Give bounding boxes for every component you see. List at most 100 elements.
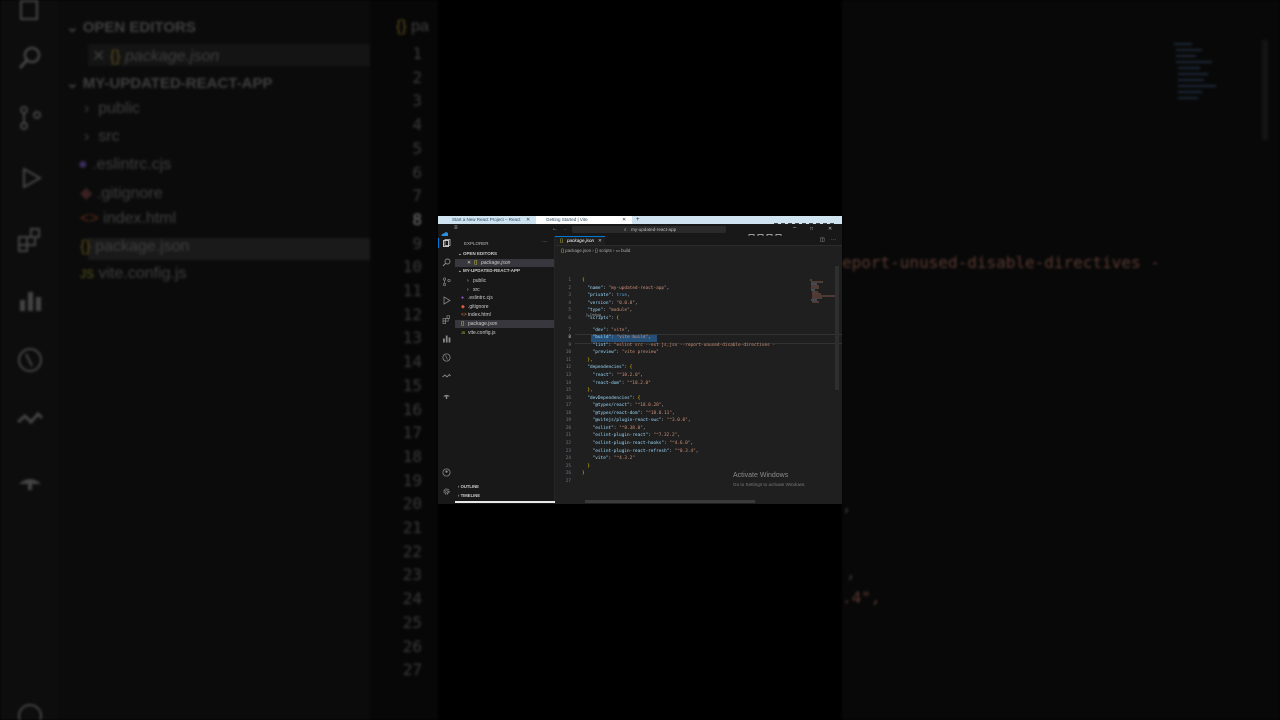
bg-line-number: 3: [412, 91, 422, 111]
search-icon[interactable]: [441, 257, 452, 268]
activity-bar: [438, 236, 455, 504]
json-icon: {}: [474, 260, 478, 266]
layout-controls[interactable]: [748, 227, 788, 240]
run-debug-icon: [14, 162, 46, 194]
bg-line-number: 22: [402, 541, 422, 561]
command-center-search[interactable]: ⌕ my-updated-react-app: [572, 226, 726, 233]
bg-line-number: 4: [412, 115, 422, 135]
browser-tab-active[interactable]: Getting Started | Vite: [536, 216, 632, 224]
chart-icon[interactable]: [441, 333, 452, 344]
bg-line-number: 24: [402, 589, 422, 609]
line-number: 22: [565, 440, 571, 446]
bg-line-number: 7: [412, 186, 422, 206]
source-control-icon: [14, 102, 46, 134]
line-number: 6: [568, 315, 571, 321]
bg-section-project: ⌄ MY-UPDATED-REACT-APP: [66, 75, 273, 92]
git-graph-icon[interactable]: [441, 352, 452, 363]
editor-tab-label: package.json: [567, 238, 595, 243]
tree-item-label: src: [473, 286, 480, 293]
progress-bar: [455, 501, 570, 503]
bg-editor-tab: {} pa: [396, 18, 429, 35]
code-line: 15 },: [555, 387, 835, 395]
bg-section-open-editors: ⌄ OPEN EDITORS: [66, 19, 196, 36]
line-number: 21: [565, 433, 571, 439]
browser-tab[interactable]: Start a New React Project – React: [442, 216, 534, 224]
horizontal-scrollbar[interactable]: [585, 500, 755, 503]
screen-capture-window: Start a New React Project – React ✕ Gett…: [438, 216, 842, 504]
vertical-scrollbar[interactable]: [835, 266, 839, 390]
bg-line-number: 5: [412, 138, 422, 158]
line-text: },: [587, 388, 593, 394]
close-icon[interactable]: ✕: [467, 260, 471, 266]
code-line: 5 "type": "module",: [555, 307, 835, 315]
bg-line-number: 6: [412, 162, 422, 182]
code-line: 1{: [555, 277, 835, 285]
code-line: 12 "dependencies": {: [555, 364, 835, 372]
json-icon: {}: [560, 238, 564, 243]
split-editor-icon[interactable]: ◫: [820, 237, 825, 243]
close-icon[interactable]: ✕: [526, 216, 530, 224]
tree-item-public[interactable]: › public: [455, 277, 554, 285]
account-icon: [14, 700, 46, 720]
close-icon[interactable]: ✕: [598, 238, 602, 244]
lamp-icon[interactable]: [441, 390, 452, 401]
tree-item-package-json[interactable]: {} package.json: [455, 320, 554, 328]
outline-section[interactable]: › OUTLINE: [458, 484, 479, 489]
open-editor-row[interactable]: ✕ {} package.json: [455, 259, 554, 267]
breadcrumb[interactable]: {} package.json › {} scripts › ▭ build: [561, 248, 630, 254]
timeline-section[interactable]: › TIMELINE: [458, 493, 480, 498]
code-line: 25 }: [555, 463, 835, 471]
close-icon[interactable]: ✕: [828, 226, 832, 232]
open-editors-section[interactable]: ⌄ OPEN EDITORS: [458, 251, 497, 257]
line-number: 12: [565, 365, 571, 371]
bg-tree-eslintrc: ● .eslintrc.cjs: [78, 156, 172, 173]
line-number: 4: [568, 300, 571, 306]
close-icon[interactable]: ✕: [622, 216, 626, 224]
back-icon[interactable]: ←: [552, 226, 558, 232]
extensions-icon[interactable]: [441, 314, 452, 325]
run-debug-icon[interactable]: [441, 295, 452, 306]
search-icon: ⌕: [624, 227, 627, 232]
code-line: 18 "@types/react-dom": "^18.0.11",: [555, 410, 835, 418]
line-text: "eslint-plugin-react-hooks": "^4.6.0",: [592, 440, 694, 446]
line-number: 17: [565, 403, 571, 409]
remote-icon[interactable]: [441, 371, 452, 382]
code-line: 23 "eslint-plugin-react-refresh": "^0.3.…: [555, 448, 835, 456]
search-text: my-updated-react-app: [631, 227, 677, 232]
tree-item-index-html[interactable]: <> index.html: [455, 311, 554, 319]
project-section[interactable]: ⌄ MY-UPDATED-REACT-APP: [458, 268, 520, 274]
account-icon[interactable]: [441, 467, 452, 478]
code-line: 6 "scripts": {: [555, 315, 835, 323]
bg-line-number: 8: [412, 209, 422, 229]
menu-icon[interactable]: ≡: [454, 225, 458, 231]
bg-code-fragment: ,: [842, 496, 852, 515]
line-text: "version": "0.0.0",: [587, 300, 638, 306]
settings-gear-icon[interactable]: [441, 486, 452, 497]
tree-item-gitignore[interactable]: ◆ .gitignore: [455, 303, 554, 311]
code-line: 26}: [555, 470, 835, 478]
line-number: 11: [565, 357, 571, 363]
editor-tab-active[interactable]: {} package.json ✕: [555, 236, 605, 245]
tree-item-src[interactable]: › src: [455, 286, 554, 294]
minimize-icon[interactable]: –: [793, 225, 796, 231]
code-line: 22 "eslint-plugin-react-hooks": "^4.6.0"…: [555, 440, 835, 448]
bg-open-editor-item: ✕ {} package.json: [92, 48, 220, 65]
remote-icon: [14, 404, 46, 436]
bg-line-number: 19: [402, 470, 422, 490]
forward-icon[interactable]: →: [562, 226, 568, 232]
code-line: 27: [555, 478, 835, 486]
bg-line-number: 9: [412, 233, 422, 253]
source-control-icon[interactable]: [441, 276, 452, 287]
line-text: "preview": "vite preview": [592, 350, 659, 356]
eslint-file-icon: ●: [461, 295, 465, 302]
new-tab-icon[interactable]: +: [636, 216, 640, 224]
explorer-panel: EXPLORER ⋯ ⌄ OPEN EDITORS ✕ {} package.j…: [455, 236, 555, 504]
line-number: 16: [565, 395, 571, 401]
maximize-icon[interactable]: □: [810, 226, 813, 232]
tree-item-vite-config-js[interactable]: JS vite.config.js: [455, 329, 554, 337]
line-text: "devDependencies": {: [587, 395, 641, 401]
more-actions-icon[interactable]: ⋯: [542, 239, 547, 245]
explorer-icon[interactable]: [441, 238, 452, 249]
tree-item-eslintrc-cjs[interactable]: ● .eslintrc.cjs: [455, 294, 554, 302]
more-actions-icon[interactable]: ⋯: [831, 237, 836, 243]
